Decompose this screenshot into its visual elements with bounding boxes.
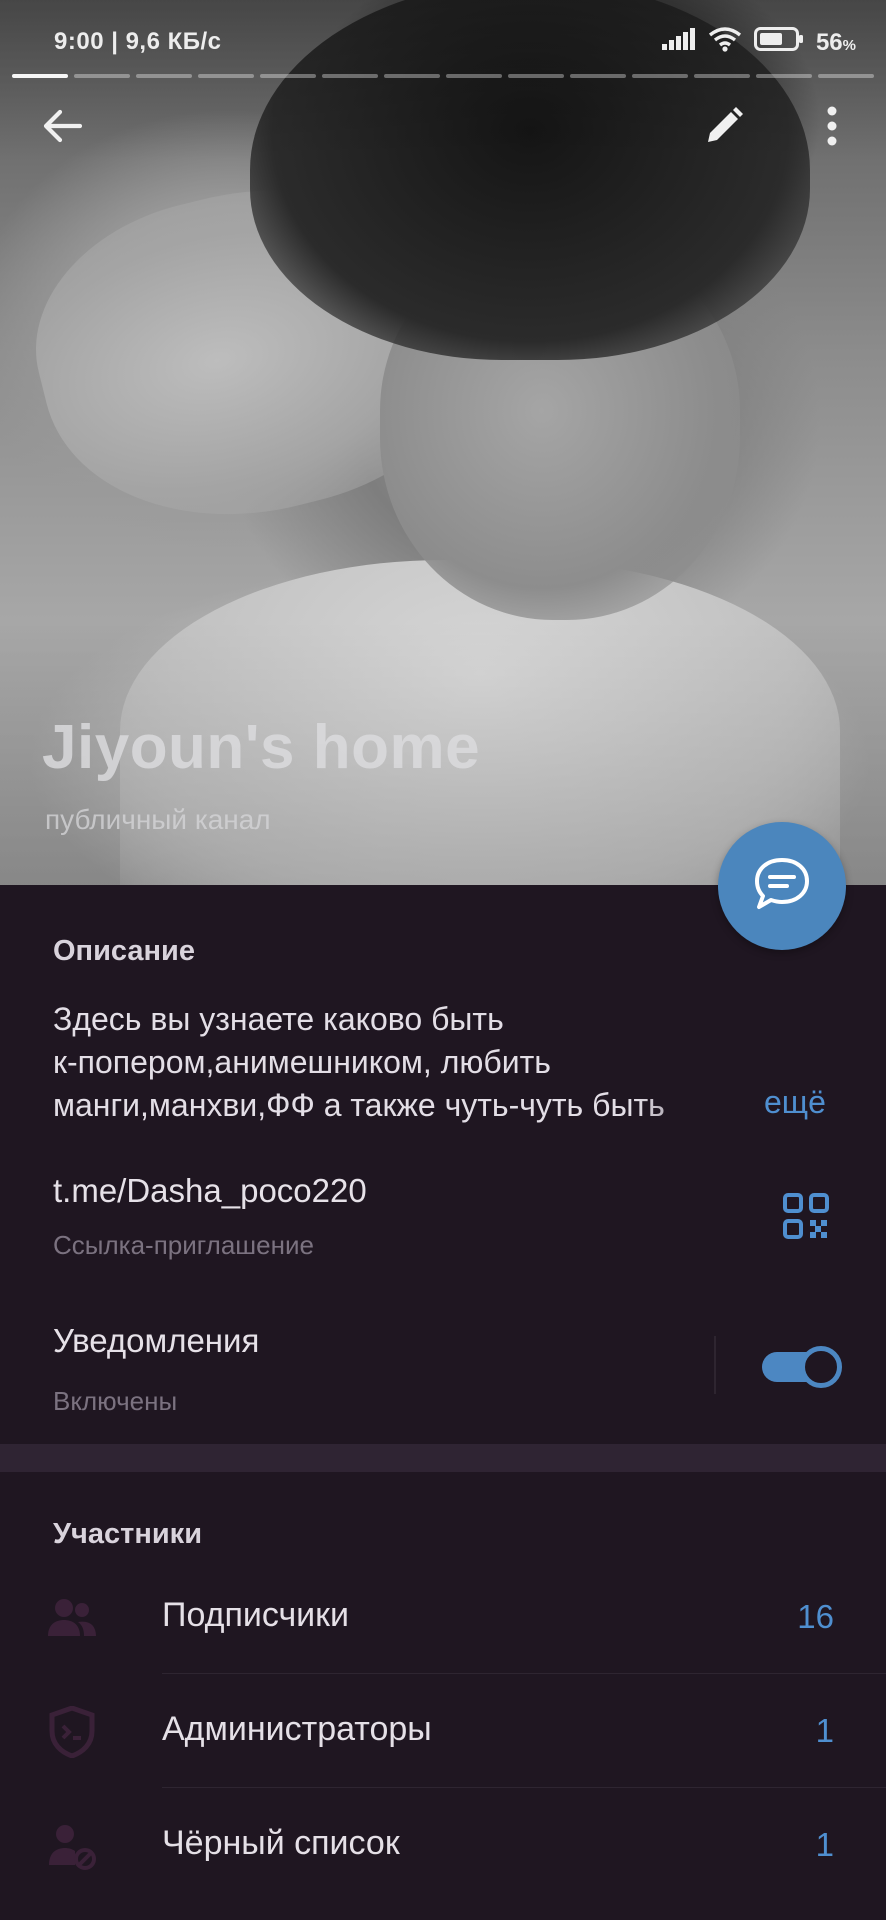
description-more-link[interactable]: ещё bbox=[764, 1084, 826, 1121]
toggle-knob bbox=[800, 1346, 842, 1388]
members-item-label: Подписчики bbox=[162, 1596, 350, 1634]
members-item-subscribers[interactable]: Подписчики 16 bbox=[0, 1560, 886, 1674]
story-progress-segment bbox=[756, 74, 812, 78]
signal-icon bbox=[661, 28, 696, 57]
notifications-title: Уведомления bbox=[53, 1322, 260, 1359]
discussion-button[interactable] bbox=[718, 822, 846, 950]
members-item-count: 1 bbox=[815, 1826, 834, 1863]
channel-title: Jiyoun's home bbox=[42, 713, 481, 782]
status-time-speed: 9:00 | 9,6 КБ/с bbox=[54, 28, 222, 55]
description-line: Здесь вы узнаете каково быть bbox=[53, 1001, 504, 1037]
admin-shield-icon bbox=[44, 1704, 100, 1760]
members-item-label: Администраторы bbox=[162, 1710, 432, 1748]
status-icons: 56% bbox=[661, 26, 856, 59]
section-divider bbox=[0, 1444, 886, 1472]
invite-link-label: Ссылка-приглашение bbox=[53, 1230, 314, 1260]
battery-percent: 56% bbox=[815, 28, 856, 56]
notifications-status: Включены bbox=[53, 1386, 178, 1416]
members-item-count: 16 bbox=[797, 1598, 834, 1635]
members-item-blacklist[interactable]: Чёрный список 1 bbox=[0, 1788, 886, 1902]
story-progress-segment bbox=[12, 74, 68, 78]
story-progress-segment bbox=[260, 74, 316, 78]
back-arrow-icon bbox=[42, 108, 83, 149]
description-line: к-попером,анимешником, любить bbox=[53, 1044, 551, 1080]
story-progress-bars bbox=[12, 74, 874, 79]
story-progress-segment bbox=[818, 74, 874, 78]
members-item-count: 1 bbox=[815, 1712, 834, 1749]
description-line: манги,манхви,ФФ а также чуть-чуть быть bbox=[53, 1087, 665, 1123]
notifications-toggle[interactable] bbox=[762, 1344, 842, 1388]
edit-button[interactable] bbox=[688, 92, 760, 164]
wifi-icon bbox=[708, 26, 742, 59]
subscribers-icon bbox=[44, 1590, 100, 1646]
edit-pencil-icon bbox=[704, 106, 744, 151]
members-item-administrators[interactable]: Администраторы 1 bbox=[0, 1674, 886, 1788]
notifications-divider bbox=[714, 1336, 716, 1394]
story-progress-segment bbox=[632, 74, 688, 78]
chat-bubble-icon bbox=[753, 856, 811, 917]
back-button[interactable] bbox=[26, 92, 98, 164]
blacklist-icon bbox=[44, 1818, 100, 1874]
more-options-button[interactable] bbox=[796, 92, 868, 164]
story-progress-segment bbox=[694, 74, 750, 78]
story-progress-segment bbox=[198, 74, 254, 78]
qr-code-button[interactable] bbox=[778, 1190, 834, 1246]
qr-code-icon bbox=[783, 1192, 829, 1244]
story-progress-segment bbox=[570, 74, 626, 78]
status-bar: 9:00 | 9,6 КБ/с 56% bbox=[0, 0, 886, 80]
story-progress-segment bbox=[322, 74, 378, 78]
story-progress-segment bbox=[136, 74, 192, 78]
channel-description: Здесь вы узнаете каково быть к-попером,а… bbox=[53, 998, 843, 1127]
story-progress-segment bbox=[446, 74, 502, 78]
description-heading: Описание bbox=[53, 935, 195, 967]
channel-subtitle: публичный канал bbox=[45, 804, 271, 835]
story-progress-segment bbox=[508, 74, 564, 78]
battery-icon bbox=[753, 27, 804, 58]
more-vertical-icon bbox=[826, 106, 838, 151]
members-item-label: Чёрный список bbox=[162, 1824, 400, 1862]
members-heading: Участники bbox=[53, 1518, 203, 1550]
story-progress-segment bbox=[384, 74, 440, 78]
story-progress-segment bbox=[74, 74, 130, 78]
invite-link[interactable]: t.me/Dasha_poco220 bbox=[53, 1172, 367, 1210]
